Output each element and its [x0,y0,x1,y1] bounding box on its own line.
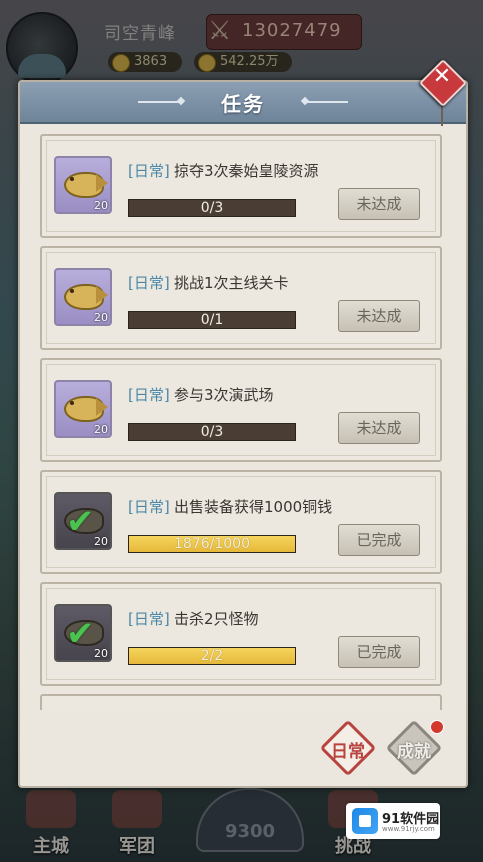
fish-tail [96,286,108,304]
task-progress-bar: 1876/1000 [128,535,296,553]
task-progress-text: 0/3 [200,424,224,440]
task-item: ✔ 20 [日常] 击杀2只怪物 2/2 已完成 [40,582,442,686]
header-ornament-right [304,101,348,103]
fish-tail [96,398,108,416]
task-tag: [日常] [128,610,170,628]
task-name: 掠夺3次秦始皇陵资源 [174,162,319,180]
panel-title: 任务 [221,92,265,116]
task-progress-text: 1876/1000 [174,536,250,552]
tab-achievement[interactable]: 成就 [384,718,444,778]
fish-eye [70,177,74,181]
reward-quantity: 20 [94,535,108,548]
task-status-button[interactable]: 未达成 [338,300,420,332]
watermark: 91软件园 www.91rjy.com [346,803,440,839]
tab-daily-label: 日常 [331,742,365,762]
task-tag: [日常] [128,274,170,292]
watermark-logo-icon [352,808,378,834]
task-item: 20 [日常] 参与3次演武场 0/3 未达成 [40,358,442,462]
task-tag: [日常] [128,386,170,404]
reward-quantity: 20 [94,311,108,324]
task-list[interactable]: 20 [日常] 掠夺3次秦始皇陵资源 0/3 未达成 20 [日常] 挑战1次主… [40,134,446,710]
task-tag: [日常] [128,498,170,516]
reward-quantity: 20 [94,199,108,212]
task-item: 20 [日常] 掠夺3次秦始皇陵资源 0/3 未达成 [40,134,442,238]
check-icon: ✔ [66,614,95,654]
task-name: 击杀2只怪物 [174,610,259,628]
task-name: 参与3次演武场 [174,386,274,404]
task-name: 出售装备获得1000铜钱 [174,498,333,516]
reward-quantity: 20 [94,423,108,436]
reward-item-slot[interactable]: ✔ 20 [54,492,112,550]
task-progress-text: 0/1 [200,312,224,328]
task-status-button[interactable]: 已完成 [338,524,420,556]
task-progress-bar: 0/3 [128,423,296,441]
task-panel: 任务 20 [日常] 掠夺3次秦始皇陵资源 0/3 未达成 20 [日常] 挑战… [18,80,468,788]
reward-quantity: 20 [94,647,108,660]
fish-eye [70,289,74,293]
check-icon: ✔ [66,502,95,542]
task-progress-bar: 0/3 [128,199,296,217]
notification-badge [430,720,444,734]
task-item-partial [40,694,442,710]
reward-item-slot[interactable]: 20 [54,268,112,326]
reward-item-slot[interactable]: 20 [54,156,112,214]
task-progress-text: 0/3 [200,200,224,216]
panel-header: 任务 [20,82,466,124]
close-icon: ✕ [432,64,452,89]
task-progress-bar: 2/2 [128,647,296,665]
task-tag: [日常] [128,162,170,180]
task-status-button[interactable]: 未达成 [338,188,420,220]
task-name: 挑战1次主线关卡 [174,274,289,292]
tab-daily[interactable]: 日常 [318,718,378,778]
fish-eye [70,401,74,405]
task-status-button[interactable]: 已完成 [338,636,420,668]
close-button[interactable]: ✕ [418,58,468,126]
task-item: ✔ 20 [日常] 出售装备获得1000铜钱 1876/1000 已完成 [40,470,442,574]
task-item: 20 [日常] 挑战1次主线关卡 0/1 未达成 [40,246,442,350]
fish-tail [96,174,108,192]
tab-achievement-label: 成就 [397,742,431,762]
task-progress-text: 2/2 [200,648,224,664]
watermark-sub: www.91rjy.com [382,825,435,833]
task-progress-bar: 0/1 [128,311,296,329]
reward-item-slot[interactable]: 20 [54,380,112,438]
reward-item-slot[interactable]: ✔ 20 [54,604,112,662]
task-status-button[interactable]: 未达成 [338,412,420,444]
